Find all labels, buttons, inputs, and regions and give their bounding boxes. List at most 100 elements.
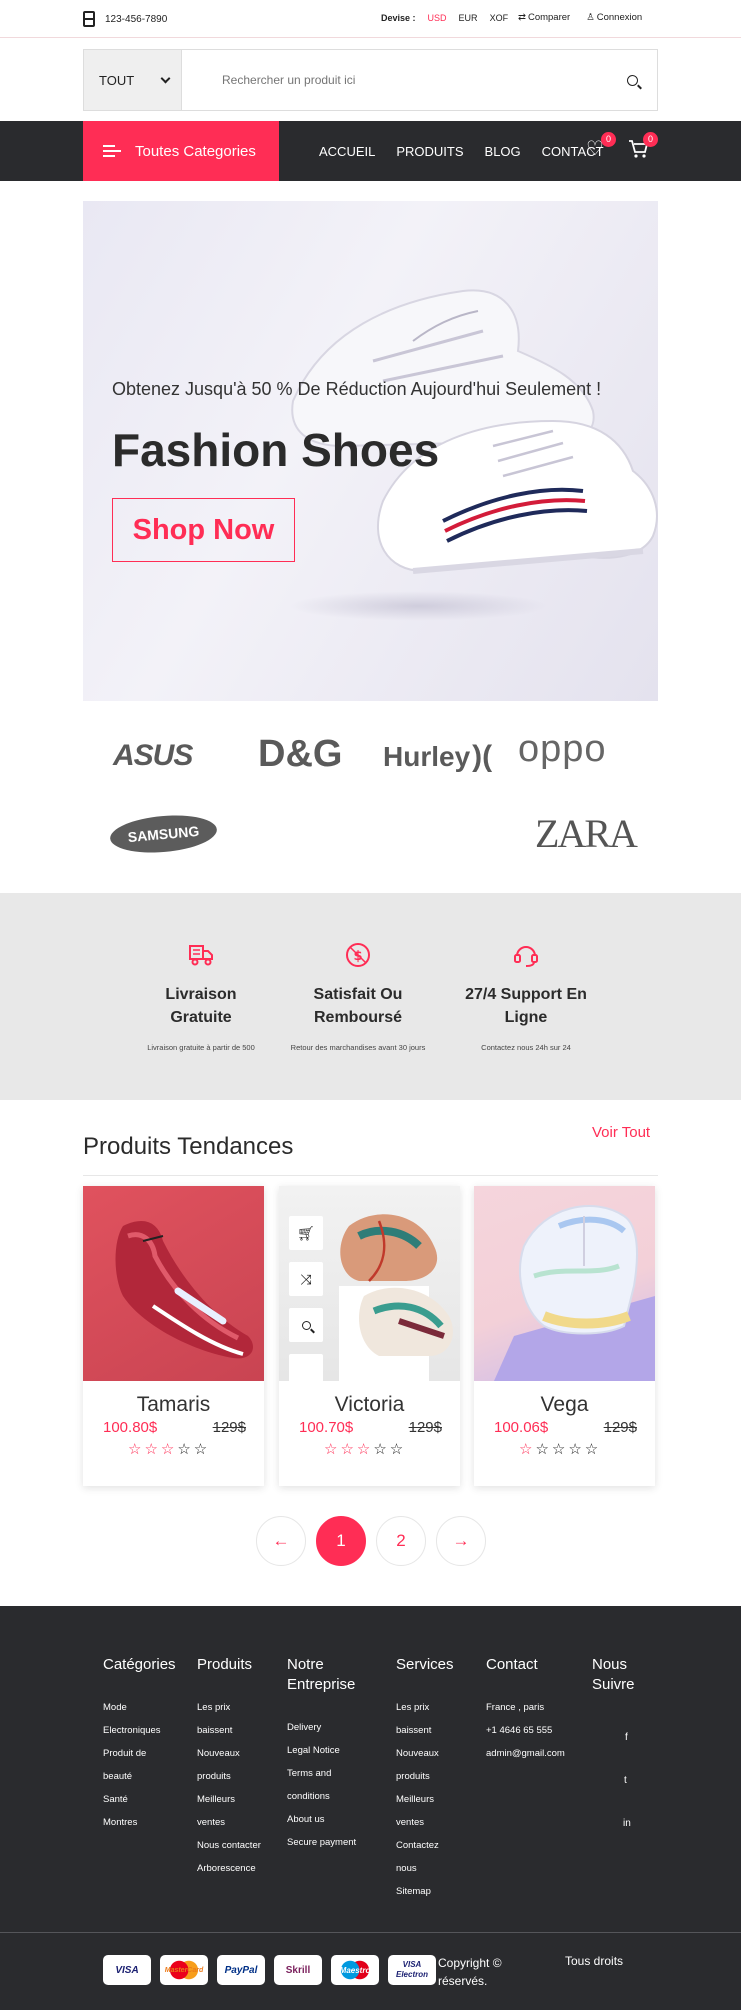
product-prices: 100.70$ 129$ <box>279 1419 460 1436</box>
footer-link[interactable]: nous <box>396 1857 454 1880</box>
footer-link[interactable]: Nous contacter <box>197 1834 261 1857</box>
red-sneaker-image <box>115 1221 253 1359</box>
footer-link[interactable]: Mode <box>103 1696 176 1719</box>
all-categories-button[interactable]: Toutes Categories <box>83 121 279 181</box>
footer-link[interactable]: Nouveaux <box>197 1742 261 1765</box>
brand-logo-dg[interactable]: D&G <box>258 733 342 776</box>
menu-icon <box>103 145 121 157</box>
brand-logo-zara[interactable]: ZARA <box>535 810 638 857</box>
nav-item-produits[interactable]: PRODUITS <box>396 144 463 159</box>
brand-logo-samsung[interactable]: SAMSUNG <box>108 811 219 857</box>
footer-link[interactable]: Sitemap <box>396 1880 454 1903</box>
facebook-icon[interactable]: f <box>625 1732 628 1743</box>
see-all-link[interactable]: Voir Tout <box>592 1124 650 1141</box>
compare-label: Comparer <box>527 12 571 23</box>
footer-link[interactable]: produits <box>396 1765 454 1788</box>
product-name[interactable]: Victoria <box>279 1393 460 1417</box>
footer-link[interactable]: baissent <box>396 1719 454 1742</box>
footer-link[interactable]: conditions <box>287 1785 356 1808</box>
visa-electron-payment-icon: VISA Electron <box>388 1955 436 1985</box>
search-icon <box>301 1320 311 1330</box>
currency-eur[interactable]: EUR <box>459 13 478 23</box>
nav-item-blog[interactable]: BLOG <box>485 144 521 159</box>
brand-logo-asus[interactable]: ASUS <box>113 739 193 773</box>
brand-logo-oppo[interactable]: oppo <box>518 728 607 771</box>
feature-subtitle: Livraison gratuite à partir de 500 <box>147 1043 255 1052</box>
quick-add-to-cart-button[interactable]: 🛒︎ <box>289 1216 323 1250</box>
category-select[interactable]: TOUT <box>84 50 182 110</box>
main-nav: Toutes Categories ACCUEIL PRODUITS BLOG … <box>0 121 741 181</box>
footer-link[interactable]: Santé <box>103 1788 176 1811</box>
shuffle-icon: ⤨ <box>300 1270 312 1287</box>
money-back-icon: $ <box>346 943 370 967</box>
pagination-page-2[interactable]: 2 <box>376 1516 426 1566</box>
contact-email[interactable]: admin@gmail.com <box>486 1742 565 1765</box>
footer-link[interactable]: ventes <box>396 1811 454 1834</box>
search-bar: TOUT <box>83 49 658 111</box>
footer-links: Mode Electroniques Produit de beauté San… <box>103 1696 176 1834</box>
nav-item-accueil[interactable]: ACCUEIL <box>319 144 375 159</box>
delivery-truck-icon <box>189 945 213 966</box>
quick-view-button[interactable] <box>289 1308 323 1342</box>
quick-action-button[interactable] <box>289 1354 323 1381</box>
brand-logo-hurley[interactable]: Hurley)( <box>383 740 492 774</box>
footer-link[interactable]: Produit de <box>103 1742 176 1765</box>
currency-xof[interactable]: XOF <box>490 13 509 23</box>
footer-link[interactable]: ventes <box>197 1811 261 1834</box>
footer-link[interactable]: Les prix <box>197 1696 261 1719</box>
compare-link[interactable]: ⇄ Comparer <box>518 12 570 23</box>
pagination-next-button[interactable]: → <box>436 1516 486 1566</box>
twitter-icon[interactable]: t <box>624 1775 627 1786</box>
footer-column-title: Catégories <box>103 1656 176 1673</box>
paypal-payment-icon: PayPal <box>217 1955 265 1985</box>
footer-link[interactable]: produits <box>197 1765 261 1788</box>
feature-title: Livraison Gratuite <box>165 986 237 1026</box>
product-image[interactable] <box>474 1186 655 1381</box>
footer-link[interactable]: Terms and <box>287 1762 356 1785</box>
footer-link[interactable]: Montres <box>103 1811 176 1834</box>
currency-usd[interactable]: USD <box>428 13 447 23</box>
cart-button[interactable]: 0 <box>628 132 658 160</box>
contact-phone[interactable]: +1 4646 65 555 <box>486 1719 565 1742</box>
phone-contact[interactable]: 123-456-7890 <box>83 11 167 27</box>
compare-icon: ⇄ <box>518 12 526 23</box>
product-card-victoria[interactable]: 🛒︎ ⤨ Victoria 100.70$ 129$ ☆☆☆☆☆ <box>279 1186 460 1486</box>
footer-contact-info: France , paris +1 4646 65 555 admin@gmai… <box>486 1696 565 1765</box>
footer-link[interactable]: Meilleurs <box>396 1788 454 1811</box>
footer-link[interactable]: Meilleurs <box>197 1788 261 1811</box>
product-card-vega[interactable]: Vega 100.06$ 129$ ☆☆☆☆☆ <box>474 1186 655 1486</box>
search-input[interactable] <box>182 50 607 110</box>
footer-link[interactable]: Electroniques <box>103 1719 176 1742</box>
wishlist-button[interactable]: ♡ 0 <box>586 132 616 160</box>
product-card-tamaris[interactable]: Tamaris 100.80$ 129$ ☆☆☆☆☆ <box>83 1186 264 1486</box>
login-link[interactable]: ♙ Connexion <box>586 12 642 23</box>
footer-link[interactable]: Legal Notice <box>287 1739 356 1762</box>
footer-column-title: Nous Suivre <box>592 1656 635 1693</box>
footer-link[interactable]: Arborescence <box>197 1857 261 1880</box>
footer-link[interactable]: Les prix <box>396 1696 454 1719</box>
footer-link[interactable]: About us <box>287 1808 356 1831</box>
footer-column-services: Services Les prix baissent Nouveaux prod… <box>396 1655 454 1903</box>
footer-link[interactable]: Contactez <box>396 1834 454 1857</box>
pagination-page-1[interactable]: 1 <box>316 1516 366 1566</box>
footer-divider <box>0 1932 741 1933</box>
hurley-mark-icon: )( <box>472 740 493 773</box>
product-image[interactable] <box>83 1186 264 1381</box>
search-icon <box>626 74 638 86</box>
footer-link[interactable]: Secure payment <box>287 1831 356 1854</box>
footer-link[interactable]: Delivery <box>287 1716 356 1739</box>
product-name[interactable]: Vega <box>474 1393 655 1417</box>
product-image[interactable]: 🛒︎ ⤨ <box>279 1186 460 1381</box>
quick-compare-button[interactable]: ⤨ <box>289 1262 323 1296</box>
product-price: 100.70$ <box>299 1419 354 1436</box>
shop-now-button[interactable]: Shop Now <box>112 498 295 562</box>
trending-title: Produits Tendances <box>83 1133 294 1160</box>
footer-link[interactable]: baissent <box>197 1719 261 1742</box>
pagination-prev-button[interactable]: ← <box>256 1516 306 1566</box>
search-button[interactable] <box>607 50 657 110</box>
footer-link[interactable]: beauté <box>103 1765 176 1788</box>
product-name[interactable]: Tamaris <box>83 1393 264 1417</box>
features-section: Livraison Gratuite Livraison gratuite à p… <box>0 893 741 1100</box>
footer-link[interactable]: Nouveaux <box>396 1742 454 1765</box>
linkedin-icon[interactable]: in <box>623 1818 631 1829</box>
